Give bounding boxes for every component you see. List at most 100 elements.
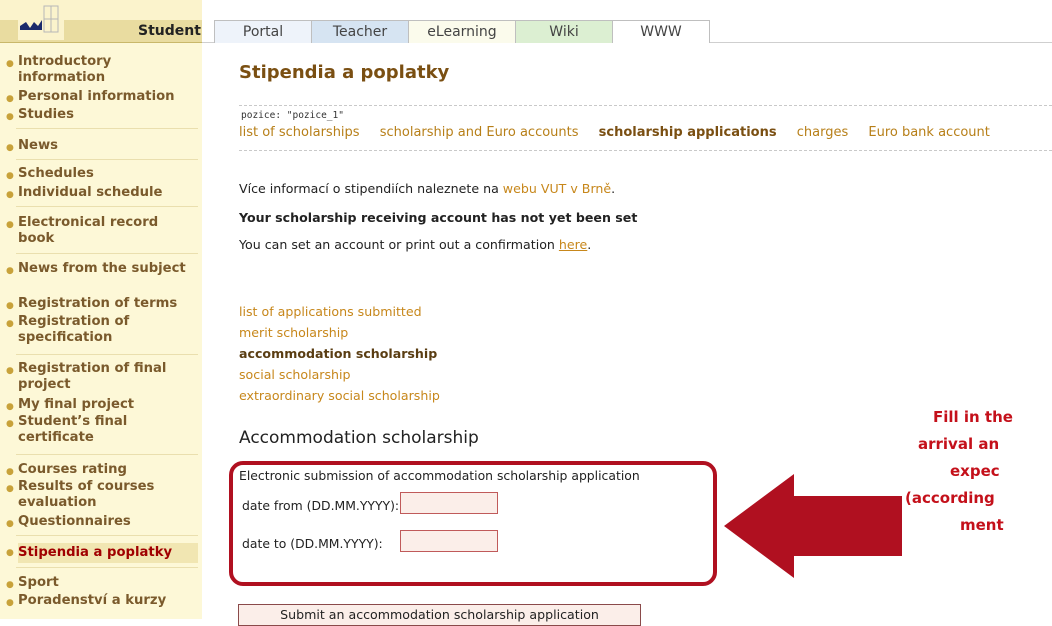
sidebar-item-news-from-the-subject[interactable]: ● News from the subject (6, 261, 198, 277)
sidebar-item-label: Registration of specification (18, 314, 130, 345)
sidebar-item-questionnaires[interactable]: ● Questionnaires (6, 514, 198, 530)
here-link[interactable]: here (559, 237, 587, 252)
set-account-paragraph: You can set an account or print out a co… (239, 237, 591, 252)
sidebar-item-label: Electronical record book (18, 215, 159, 246)
bullet-icon: ● (6, 467, 14, 477)
sidebar-separator (16, 206, 198, 207)
sidebar-item-label: Student’s final certificate (18, 414, 128, 445)
sidebar-separator (16, 567, 198, 568)
bullet-icon: ● (6, 402, 14, 412)
bullet-icon: ● (6, 366, 14, 376)
bullet-icon: ● (6, 94, 14, 104)
tab-www[interactable]: WWW (612, 20, 710, 43)
subnav-divider (239, 150, 1052, 152)
section-heading: Accommodation scholarship (239, 428, 479, 448)
sidebar-separator (16, 159, 198, 160)
submit-application-button[interactable]: Submit an accommodation scholarship appl… (238, 604, 641, 626)
bullet-icon: ● (6, 580, 14, 590)
sidebar-item-personal-information[interactable]: ● Personal information (6, 89, 198, 105)
link-extraordinary-social-scholarship[interactable]: extraordinary social scholarship (239, 388, 440, 403)
sidebar-item-studies[interactable]: ● Studies (6, 107, 198, 123)
bullet-icon: ● (6, 519, 14, 529)
subnav-list-of-scholarships[interactable]: list of scholarships (239, 125, 360, 140)
sidebar-item-my-final-project[interactable]: ● My final project (6, 397, 198, 413)
subnav-euro-bank-account[interactable]: Euro bank account (868, 125, 990, 140)
sidebar-item-label: Registration of terms (18, 296, 178, 311)
bullet-icon: ● (6, 59, 14, 69)
sidebar-title: Student (138, 23, 201, 39)
account-warning: Your scholarship receiving account has n… (239, 210, 638, 225)
callout-line: Fill in the (933, 408, 1013, 426)
sidebar-item-results-of-courses-evaluation[interactable]: ● Results of courses evaluation (6, 479, 198, 511)
info-paragraph: Více informací o stipendiích naleznete n… (239, 181, 615, 196)
sidebar-item-sport[interactable]: ● Sport (6, 575, 198, 591)
university-logo[interactable] (18, 2, 64, 40)
annotation-arrow-icon (724, 474, 902, 578)
bullet-icon: ● (6, 319, 14, 329)
bullet-icon: ● (6, 266, 14, 276)
link-merit-scholarship[interactable]: merit scholarship (239, 325, 348, 340)
sidebar-item-registration-of-specification[interactable]: ● Registration of specification (6, 314, 198, 346)
sidebar-item-schedules[interactable]: ● Schedules (6, 166, 198, 182)
sidebar-item-label: Questionnaires (18, 514, 131, 529)
sidebar-item-label: Personal information (18, 89, 175, 104)
sidebar-item-registration-of-final-project[interactable]: ● Registration of final project (6, 361, 198, 393)
sidebar: Student ● Introductory information ● Perso… (0, 0, 202, 619)
link-social-scholarship[interactable]: social scholarship (239, 367, 351, 382)
sidebar-item-label: Results of courses evaluation (18, 479, 155, 510)
tab-teacher[interactable]: Teacher (311, 20, 409, 43)
bullet-icon: ● (6, 171, 14, 181)
sidebar-item-label: Individual schedule (18, 185, 163, 200)
link-accommodation-scholarship[interactable]: accommodation scholarship (239, 346, 437, 361)
sidebar-item-label: News from the subject (18, 261, 186, 276)
sidebar-item-label: Poradenství a kurzy (18, 593, 167, 608)
sidebar-item-electronical-record-book[interactable]: ● Electronical record book (6, 215, 198, 247)
callout-line: arrival an (918, 435, 1000, 453)
bullet-icon: ● (6, 190, 14, 200)
sidebar-item-stipendia-a-poplatky[interactable]: ● Stipendia a poplatky (6, 543, 198, 563)
sidebar-item-label: Registration of final project (18, 361, 167, 392)
bullet-icon: ● (6, 598, 14, 608)
callout-line: ment (960, 516, 1004, 534)
page-title: Stipendia a poplatky (239, 62, 450, 83)
sidebar-separator (16, 253, 198, 254)
sidebar-item-label: Introductory information (18, 54, 112, 85)
callout-line: expec (950, 462, 1000, 480)
sidebar-item-label: News (18, 138, 59, 153)
tab-elearning[interactable]: eLearning (408, 20, 516, 43)
sidebar-item-label: Studies (18, 107, 74, 122)
highlight-box (229, 461, 717, 586)
subnav-scholarship-and-euro-accounts[interactable]: scholarship and Euro accounts (380, 125, 579, 140)
sidebar-separator (16, 128, 198, 129)
sidebar-item-label: My final project (18, 397, 135, 412)
sidebar-item-students-final-certificate[interactable]: ● Student’s final certificate (6, 414, 198, 446)
vut-website-link[interactable]: webu VUT v Brně (503, 181, 611, 196)
sidebar-item-registration-of-terms[interactable]: ● Registration of terms (6, 296, 198, 312)
sidebar-item-courses-rating[interactable]: ● Courses rating (6, 462, 198, 478)
subnav-charges[interactable]: charges (797, 125, 849, 140)
position-divider (239, 105, 1052, 123)
sidebar-item-poradenstvi-a-kurzy[interactable]: ● Poradenství a kurzy (6, 593, 198, 609)
subnav-scholarship-applications[interactable]: scholarship applications (599, 125, 777, 140)
tab-portal[interactable]: Portal (214, 20, 312, 43)
info-suffix: . (611, 181, 616, 196)
position-label: pozice: "pozice_1" (241, 110, 344, 121)
tab-wiki[interactable]: Wiki (515, 20, 613, 43)
sidebar-separator (16, 354, 198, 355)
bullet-icon: ● (6, 143, 14, 153)
sidebar-item-individual-schedule[interactable]: ● Individual schedule (6, 185, 198, 201)
sidebar-item-label: Schedules (18, 166, 94, 181)
sidebar-item-label: Sport (18, 575, 59, 590)
bullet-icon: ● (6, 112, 14, 122)
sidebar-separator (16, 454, 198, 455)
info-text: Více informací o stipendiích naleznete n… (239, 181, 503, 196)
set-account-suffix: . (587, 237, 592, 252)
bullet-icon: ● (6, 419, 14, 429)
sidebar-item-introductory-information[interactable]: ● Introductory information (6, 54, 198, 86)
callout-line: (according (905, 489, 995, 507)
sidebar-separator (16, 535, 198, 536)
sub-navigation: list of scholarships scholarship and Eur… (239, 125, 1006, 140)
annotation-callout: Fill in the arrival an expec (according … (905, 404, 1052, 539)
link-list-of-applications-submitted[interactable]: list of applications submitted (239, 304, 422, 319)
sidebar-item-news[interactable]: ● News (6, 138, 198, 154)
